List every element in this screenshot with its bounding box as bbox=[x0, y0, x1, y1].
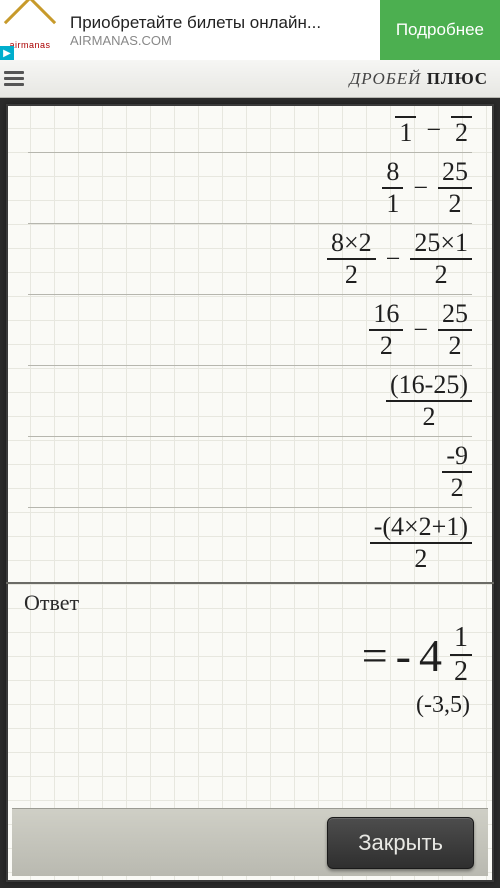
bottom-bar: Закрыть bbox=[12, 808, 488, 876]
calculation-stage: 1 − 2 8 1 − 25 2 8×2 2 − 25×1 2 bbox=[0, 98, 500, 888]
denominator: 2 bbox=[419, 404, 440, 430]
adchoices-icon[interactable]: ▶ bbox=[0, 46, 14, 60]
operator: − bbox=[382, 244, 405, 274]
denominator: 2 bbox=[445, 333, 466, 359]
denominator: 2 bbox=[376, 333, 397, 359]
app-title-bold: ПЛЮС bbox=[427, 69, 488, 88]
denominator: 1 bbox=[395, 120, 416, 146]
answer-block: Ответ = - 4 1 2 (-3,5) bbox=[6, 584, 494, 725]
equals-sign: = bbox=[362, 629, 388, 682]
fractional-part: 1 2 bbox=[450, 624, 472, 686]
airmanas-icon bbox=[10, 10, 50, 38]
minus-sign: - bbox=[396, 629, 411, 682]
numerator: 25×1 bbox=[410, 230, 472, 256]
denominator: 2 bbox=[447, 475, 468, 501]
numerator: 8 bbox=[382, 159, 403, 185]
expression: 8×2 2 − 25×1 2 bbox=[327, 230, 472, 288]
numerator: 8×2 bbox=[327, 230, 376, 256]
denominator: 2 bbox=[410, 546, 431, 572]
operator: − bbox=[409, 173, 432, 203]
expression: -92 bbox=[442, 443, 472, 501]
denominator: 2 bbox=[451, 120, 472, 146]
operator: − bbox=[422, 115, 445, 145]
expression: -(4×2+1) 2 bbox=[370, 514, 472, 572]
denominator: 2 bbox=[341, 262, 362, 288]
denominator: 1 bbox=[382, 191, 403, 217]
expression: 8 1 − 25 2 bbox=[382, 159, 472, 217]
answer-label: Ответ bbox=[24, 590, 472, 616]
calc-step: -(4×2+1) 2 bbox=[28, 508, 472, 578]
ad-url: AIRMANAS.COM bbox=[70, 33, 380, 48]
calc-step: 16 2 − 25 2 bbox=[28, 295, 472, 366]
denominator: 2 bbox=[445, 191, 466, 217]
close-button[interactable]: Закрыть bbox=[327, 817, 474, 869]
menu-icon[interactable] bbox=[0, 60, 30, 98]
app-header: ДРОБЕЙ ПЛЮС bbox=[0, 60, 500, 98]
denominator: 2 bbox=[431, 262, 452, 288]
numerator: 25 bbox=[438, 301, 472, 327]
calc-step: -92 bbox=[28, 437, 472, 508]
calc-step: (16-25) 2 bbox=[28, 366, 472, 437]
calc-step: 8 1 − 25 2 bbox=[28, 153, 472, 224]
expression: 1 − 2 bbox=[395, 114, 472, 146]
numerator: -(4×2+1) bbox=[370, 514, 472, 540]
paper: 1 − 2 8 1 − 25 2 8×2 2 − 25×1 2 bbox=[6, 104, 494, 882]
answer-value: = - 4 1 2 bbox=[24, 624, 472, 686]
expression: (16-25) 2 bbox=[386, 372, 472, 430]
numerator: 25 bbox=[438, 159, 472, 185]
expression: 16 2 − 25 2 bbox=[369, 301, 472, 359]
numerator: 16 bbox=[369, 301, 403, 327]
operator: − bbox=[409, 315, 432, 345]
steps-list: 1 − 2 8 1 − 25 2 8×2 2 − 25×1 2 bbox=[6, 104, 494, 578]
ad-text: Приобретайте билеты онлайн... AIRMANAS.C… bbox=[60, 13, 380, 48]
answer-decimal: (-3,5) bbox=[24, 692, 472, 719]
ad-logo: airmanas ▶ bbox=[0, 0, 60, 60]
calc-step: 8×2 2 − 25×1 2 bbox=[28, 224, 472, 295]
app-title: ДРОБЕЙ ПЛЮС bbox=[349, 69, 488, 89]
app-title-light: ДРОБЕЙ bbox=[349, 69, 426, 88]
denominator: 2 bbox=[450, 658, 472, 686]
whole-part: 4 bbox=[419, 629, 442, 682]
numerator: -9 bbox=[442, 443, 472, 469]
numerator: (16-25) bbox=[386, 372, 472, 398]
ad-title: Приобретайте билеты онлайн... bbox=[70, 13, 380, 33]
numerator: 1 bbox=[450, 624, 472, 652]
calc-step: 1 − 2 bbox=[28, 108, 472, 153]
ad-cta-button[interactable]: Подробнее bbox=[380, 0, 500, 60]
ad-banner[interactable]: airmanas ▶ Приобретайте билеты онлайн...… bbox=[0, 0, 500, 60]
